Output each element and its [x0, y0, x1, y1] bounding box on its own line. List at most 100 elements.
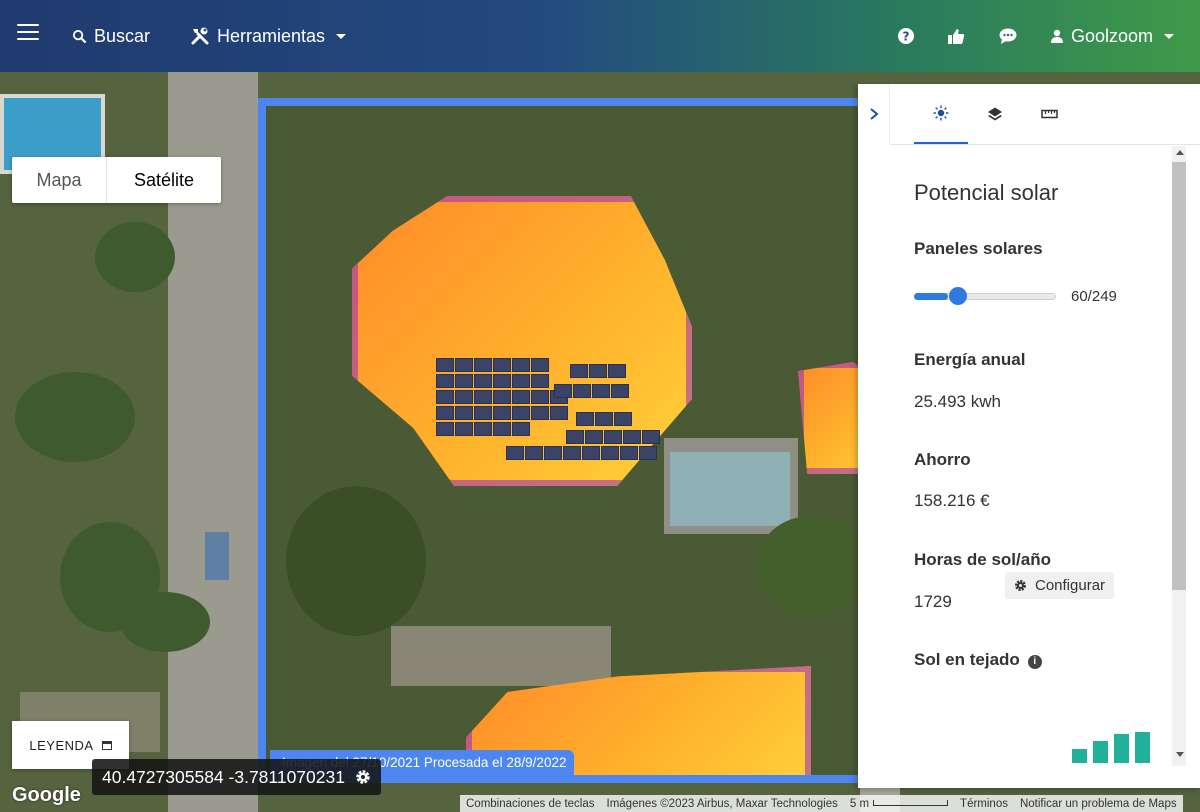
map-type-toggle: Mapa Satélite — [12, 157, 221, 203]
report-problem-link[interactable]: Notificar un problema de Maps — [1014, 798, 1183, 810]
solar-side-panel: Potencial solar Paneles solares 60/249 E… — [858, 84, 1200, 788]
google-logo: Google — [12, 784, 81, 806]
solar-panel — [531, 406, 549, 420]
annual-energy-label: Energía anual — [914, 350, 1026, 369]
tab-divider — [890, 144, 1200, 145]
scroll-up-arrow[interactable] — [1176, 150, 1184, 155]
solar-panel — [455, 422, 473, 436]
solar-panel — [512, 406, 530, 420]
solar-panel — [493, 422, 511, 436]
solar-overlay-area[interactable]: Imagen del 27/10/2021 Procesada el 28/9/… — [258, 98, 890, 783]
tree — [120, 592, 210, 652]
tree — [15, 372, 135, 462]
solar-panel — [474, 422, 492, 436]
menu-icon[interactable] — [17, 24, 39, 42]
solar-panel — [614, 412, 632, 426]
sun-hours-label: Horas de sol/año — [914, 550, 1051, 569]
solar-panel — [589, 364, 607, 378]
tree — [286, 486, 426, 636]
tab-layers[interactable] — [968, 84, 1022, 144]
user-menu-button[interactable]: Goolzoom — [1050, 0, 1175, 72]
parked-car — [205, 532, 229, 580]
roof-solar-heatmap[interactable] — [352, 196, 692, 486]
tab-solar[interactable] — [914, 84, 968, 144]
tree — [756, 516, 866, 616]
solar-panel — [474, 374, 492, 388]
solar-panel — [611, 384, 629, 398]
solar-panel — [639, 446, 657, 460]
solar-panel — [436, 390, 454, 404]
solar-panel — [525, 446, 543, 460]
collapse-panel-button[interactable] — [858, 84, 890, 144]
layers-icon — [988, 107, 1002, 121]
solar-panel — [531, 390, 549, 404]
solar-panels-slider[interactable] — [914, 287, 1056, 305]
signal-bars-icon — [1072, 732, 1150, 763]
imagery-credit: Imágenes ©2023 Airbus, Maxar Technologie… — [606, 797, 838, 810]
legend-label: LEYENDA — [29, 737, 94, 753]
panel-title: Potencial solar — [914, 180, 1059, 205]
scroll-down-arrow[interactable] — [1176, 752, 1184, 757]
search-label: Buscar — [94, 25, 151, 46]
info-icon[interactable]: i — [1027, 655, 1042, 669]
solar-panel — [455, 374, 473, 388]
solar-panel — [563, 446, 581, 460]
tools-label: Herramientas — [217, 25, 326, 46]
window-icon — [101, 740, 112, 750]
panel-tabs — [914, 84, 1076, 144]
solar-panel — [573, 384, 591, 398]
tools-icon — [191, 27, 209, 45]
solar-panel — [604, 430, 622, 444]
solar-panel — [585, 430, 603, 444]
solar-panel — [512, 422, 530, 436]
slider-thumb[interactable] — [949, 287, 967, 305]
solar-panels-label: Paneles solares — [914, 239, 1043, 258]
configure-button[interactable]: Configurar — [1005, 572, 1115, 599]
solar-panel — [582, 446, 600, 460]
bar — [1135, 732, 1150, 763]
solar-panel — [455, 358, 473, 372]
tree — [95, 222, 175, 292]
terms-link[interactable]: Términos — [954, 798, 1014, 810]
solar-panel — [493, 390, 511, 404]
scale-bar — [873, 800, 949, 807]
solar-panel — [592, 384, 610, 398]
thumbs-up-icon[interactable] — [946, 26, 966, 46]
solar-panel — [493, 374, 511, 388]
bar — [1114, 734, 1129, 763]
sun-icon — [933, 105, 949, 121]
coordinates-readout: 40.4727305584 -3.7811070231 — [92, 759, 381, 795]
savings-value: 158.216 € — [914, 491, 990, 510]
solar-panel — [474, 406, 492, 420]
search-icon — [72, 29, 87, 43]
solar-panel — [474, 390, 492, 404]
user-icon — [1051, 29, 1063, 43]
solar-panel — [455, 406, 473, 420]
solar-panel — [623, 430, 641, 444]
tools-menu-button[interactable]: Herramientas — [190, 0, 347, 72]
solar-panel — [601, 446, 619, 460]
pool-cover — [670, 452, 790, 526]
chevron-right-icon — [869, 108, 879, 120]
solar-panel — [436, 422, 454, 436]
map-type-map-option[interactable]: Mapa — [12, 157, 106, 203]
solar-panel — [436, 358, 454, 372]
help-icon[interactable]: ? — [896, 26, 916, 46]
search-button[interactable]: Buscar — [72, 0, 150, 72]
chat-icon[interactable] — [998, 26, 1018, 46]
map-type-satellite-option[interactable]: Satélite — [106, 157, 221, 203]
scrollbar-thumb[interactable] — [1172, 162, 1186, 590]
keyboard-shortcuts-link[interactable]: Combinaciones de teclas — [460, 798, 601, 810]
configure-label: Configurar — [1035, 577, 1106, 594]
tab-measure[interactable] — [1022, 84, 1076, 144]
solar-panel — [512, 358, 530, 372]
solar-panel — [493, 406, 511, 420]
solar-panel — [474, 358, 492, 372]
solar-panel — [436, 374, 454, 388]
scale-indicator[interactable]: 5 m — [844, 798, 954, 810]
gear-icon[interactable] — [355, 769, 371, 785]
roof-sun-text: Sol en tejado — [914, 650, 1020, 669]
svg-text:?: ? — [903, 30, 910, 44]
solar-panels-count: 60/249 — [1071, 288, 1117, 305]
solar-panel — [608, 364, 626, 378]
